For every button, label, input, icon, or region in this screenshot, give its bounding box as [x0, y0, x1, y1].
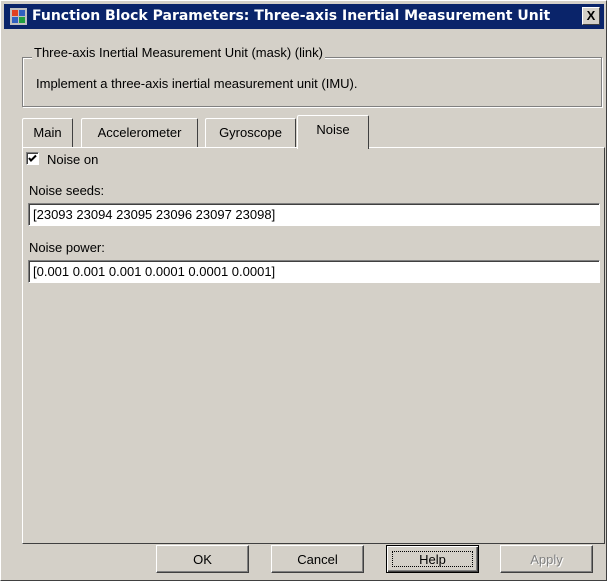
- tab-accelerometer[interactable]: Accelerometer: [81, 118, 198, 147]
- noise-seeds-value: [23093 23094 23095 23096 23097 23098]: [33, 207, 276, 222]
- tab-gyroscope-label: Gyroscope: [219, 125, 282, 140]
- apply-button-label: Apply: [530, 552, 563, 567]
- ok-button[interactable]: OK: [156, 545, 249, 573]
- title-bar[interactable]: Function Block Parameters: Three-axis In…: [4, 4, 604, 29]
- cancel-button[interactable]: Cancel: [271, 545, 364, 573]
- tab-noise-label: Noise: [316, 122, 350, 137]
- apply-button: Apply: [500, 545, 593, 573]
- tab-main-label: Main: [33, 125, 62, 140]
- noise-seeds-label: Noise seeds:: [29, 183, 105, 198]
- help-button[interactable]: Help: [386, 545, 479, 573]
- dialog-window: Function Block Parameters: Three-axis In…: [0, 0, 607, 581]
- tab-main[interactable]: Main: [22, 118, 73, 147]
- mask-description: Implement a three-axis inertial measurem…: [36, 76, 358, 91]
- tab-noise[interactable]: Noise: [297, 115, 369, 149]
- window-title: Function Block Parameters: Three-axis In…: [32, 8, 551, 24]
- ok-button-label: OK: [193, 552, 212, 567]
- noise-power-field[interactable]: [0.001 0.001 0.001 0.0001 0.0001 0.0001]: [28, 260, 600, 283]
- noise-power-value: [0.001 0.001 0.001 0.0001 0.0001 0.0001]: [33, 264, 276, 279]
- tab-gyroscope[interactable]: Gyroscope: [205, 118, 296, 147]
- close-icon: X: [586, 8, 596, 23]
- noise-seeds-field[interactable]: [23093 23094 23095 23096 23097 23098]: [28, 203, 600, 226]
- checkmark-icon: [28, 154, 37, 162]
- noise-power-label: Noise power:: [29, 240, 105, 255]
- noise-on-checkbox[interactable]: [26, 152, 39, 165]
- noise-on-label: Noise on: [47, 152, 99, 167]
- close-button[interactable]: X: [582, 7, 600, 25]
- focus-rectangle: [392, 551, 473, 567]
- mask-group-title: Three-axis Inertial Measurement Unit (ma…: [32, 45, 325, 60]
- tab-accelerometer-label: Accelerometer: [97, 125, 182, 140]
- cancel-button-label: Cancel: [297, 552, 338, 567]
- simulink-block-icon: [10, 8, 27, 25]
